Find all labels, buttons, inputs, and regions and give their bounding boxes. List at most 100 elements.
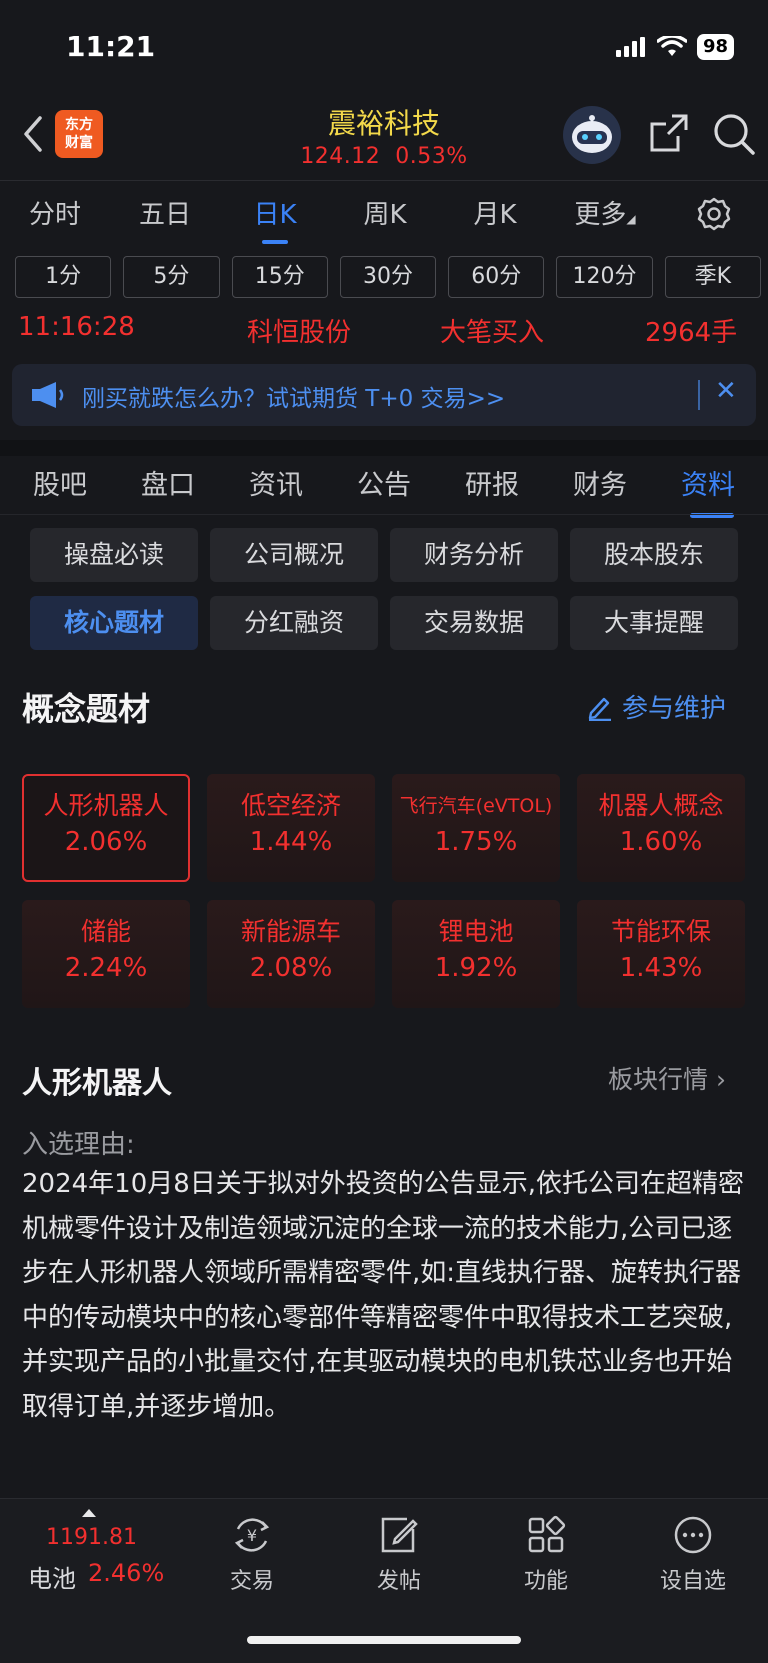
- promo-banner-text: 刚买就跌怎么办？试试期货 T+0 交易>>: [82, 386, 506, 412]
- edit-icon: [588, 697, 611, 721]
- tab-more[interactable]: 更多◢: [550, 190, 660, 240]
- interval-15m-button[interactable]: 15分: [231, 256, 328, 298]
- interval-quarter-k-button[interactable]: 季K: [664, 256, 761, 298]
- concept-name: 节能环保: [610, 917, 711, 946]
- caret-down-icon: ◢: [626, 212, 636, 226]
- header-divider: [0, 180, 768, 181]
- interval-1m-button[interactable]: 1分: [15, 256, 112, 298]
- tab-order-book[interactable]: 盘口: [114, 458, 222, 514]
- ticker-volume: 2964手: [645, 318, 738, 348]
- index-name[interactable]: 电池: [28, 1559, 76, 1594]
- concept-pct: 2.06%: [64, 827, 148, 857]
- subnav-dividends[interactable]: 分红融资: [210, 596, 378, 650]
- post-icon: [381, 1517, 418, 1553]
- maintain-link[interactable]: 参与维护: [586, 688, 726, 725]
- concept-pct: 1.75%: [434, 827, 518, 857]
- megaphone-icon: [32, 382, 64, 408]
- ticker-stock: 科恒股份: [247, 318, 352, 348]
- concept-card[interactable]: 低空经济 1.44%: [207, 774, 375, 882]
- concept-name: 锂电池: [438, 917, 514, 946]
- nav-functions[interactable]: 功能: [486, 1513, 606, 1595]
- tab-profile[interactable]: 资料: [654, 458, 762, 518]
- status-icons: 98: [615, 34, 734, 60]
- concept-pct: 1.43%: [619, 953, 703, 983]
- interval-buttons: 1分 5分 15分 30分 60分 120分 季K: [15, 256, 761, 298]
- concept-card[interactable]: 人形机器人 2.06%: [22, 774, 190, 882]
- trade-icon: ¥: [234, 1518, 270, 1552]
- concept-cards: 人形机器人 2.06% 低空经济 1.44% 飞行汽车(eVTOL) 1.75%…: [22, 774, 746, 1008]
- concept-card[interactable]: 新能源车 2.08%: [207, 900, 375, 1008]
- concept-section-title: 概念题材: [22, 690, 151, 728]
- battery-indicator: 98: [696, 34, 734, 60]
- concept-detail-title: 人形机器人: [22, 1066, 172, 1101]
- stock-header: 东方 财富 震裕科技 124.12 0.53%: [0, 90, 768, 182]
- interval-120m-button[interactable]: 120分: [556, 256, 653, 298]
- concept-name: 人形机器人: [43, 791, 169, 820]
- share-icon[interactable]: [648, 112, 690, 154]
- tab-five-day[interactable]: 五日: [110, 190, 220, 240]
- chevron-right-icon: ›: [715, 1065, 726, 1094]
- maintain-label: 参与维护: [622, 694, 727, 724]
- home-indicator: [247, 1636, 521, 1644]
- reason-text: 2024年10月8日关于拟对外投资的公告显示,依托公司在超精密机械零件设计及制造…: [22, 1169, 745, 1422]
- close-icon[interactable]: ✕: [715, 376, 737, 406]
- stock-change: 0.53%: [395, 144, 468, 169]
- concept-name: 低空经济: [240, 791, 341, 820]
- nav-post[interactable]: 发帖: [339, 1513, 459, 1595]
- concept-card[interactable]: 节能环保 1.43%: [577, 900, 745, 1008]
- tab-weekly-k[interactable]: 周K: [330, 190, 440, 240]
- sector-quote-link[interactable]: 板块行情 ›: [608, 1060, 726, 1096]
- subnav-events[interactable]: 大事提醒: [570, 596, 738, 650]
- tab-finance[interactable]: 财务: [546, 458, 654, 514]
- concept-pct: 1.44%: [249, 827, 333, 857]
- promo-banner[interactable]: 刚买就跌怎么办？试试期货 T+0 交易>> ✕: [12, 364, 756, 426]
- wifi-icon: [656, 36, 687, 56]
- tab-intraday[interactable]: 分时: [0, 190, 110, 240]
- expand-up-icon[interactable]: [82, 1509, 96, 1517]
- subnav-trading-data[interactable]: 交易数据: [390, 596, 558, 650]
- subnav-company-overview[interactable]: 公司概况: [210, 528, 378, 582]
- tab-research[interactable]: 研报: [438, 458, 546, 514]
- concept-name: 飞行汽车(eVTOL): [399, 795, 553, 817]
- signal-icon: [615, 37, 645, 57]
- reason-label: 入选理由:: [22, 1130, 135, 1160]
- period-tabs: 分时 五日 日K 周K 月K 更多◢: [0, 190, 768, 244]
- concept-card[interactable]: 机器人概念 1.60%: [577, 774, 745, 882]
- nav-trade-label: 交易: [229, 1569, 274, 1594]
- concept-card[interactable]: 飞行汽车(eVTOL) 1.75%: [392, 774, 560, 882]
- tabs-divider: [0, 514, 768, 515]
- tab-more-label: 更多: [574, 200, 627, 230]
- more-dots-icon: [674, 1516, 712, 1554]
- nav-watchlist[interactable]: 设自选: [633, 1513, 753, 1595]
- stock-price: 124.12: [300, 144, 381, 169]
- tab-forum[interactable]: 股吧: [6, 458, 114, 514]
- nav-watchlist-label: 设自选: [659, 1569, 726, 1594]
- nav-post-label: 发帖: [376, 1569, 421, 1594]
- concept-card[interactable]: 储能 2.24%: [22, 900, 190, 1008]
- interval-60m-button[interactable]: 60分: [448, 256, 545, 298]
- tab-announcements[interactable]: 公告: [330, 458, 438, 514]
- subnav-trading-essentials[interactable]: 操盘必读: [30, 528, 198, 582]
- concept-card[interactable]: 锂电池 1.92%: [392, 900, 560, 1008]
- index-value[interactable]: 1191.81: [46, 1525, 137, 1550]
- ticker-time: 11:16:28: [18, 312, 135, 342]
- tab-monthly-k[interactable]: 月K: [440, 190, 550, 240]
- tab-news[interactable]: 资讯: [222, 458, 330, 514]
- search-icon[interactable]: [712, 112, 756, 156]
- nav-functions-label: 功能: [523, 1569, 568, 1594]
- index-pct[interactable]: 2.46%: [88, 1559, 164, 1587]
- big-trade-ticker[interactable]: 11:16:28 科恒股份 大笔买入 2964手: [0, 310, 768, 350]
- ticker-action: 大笔买入: [440, 318, 545, 348]
- section-tabs: 股吧 盘口 资讯 公告 研报 财务 资料: [0, 458, 768, 518]
- subnav-financial-analysis[interactable]: 财务分析: [390, 528, 558, 582]
- interval-5m-button[interactable]: 5分: [123, 256, 220, 298]
- subnav-core-concepts[interactable]: 核心题材: [30, 596, 198, 650]
- interval-30m-button[interactable]: 30分: [339, 256, 437, 298]
- status-time: 11:21: [66, 30, 156, 63]
- robot-assistant-icon[interactable]: [563, 106, 621, 164]
- subnav-shareholders[interactable]: 股本股东: [570, 528, 738, 582]
- nav-trade[interactable]: ¥ 交易: [192, 1513, 312, 1595]
- gear-icon[interactable]: [696, 196, 732, 232]
- sector-quote-label: 板块行情: [608, 1065, 709, 1094]
- tab-daily-k[interactable]: 日K: [220, 190, 330, 244]
